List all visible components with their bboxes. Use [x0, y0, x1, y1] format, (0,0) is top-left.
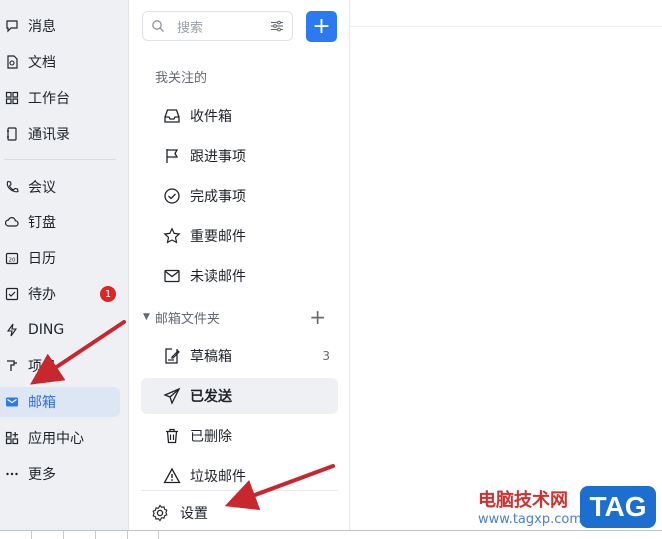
nav-item-ding[interactable]: DING	[0, 315, 128, 345]
folder-unread[interactable]: 未读邮件	[141, 258, 338, 294]
trash-icon	[162, 426, 182, 446]
nav-item-contacts[interactable]: 通讯录	[0, 119, 128, 149]
calendar-icon: 20	[5, 251, 19, 265]
folder-label: 完成事项	[190, 189, 246, 205]
checkbox-icon	[5, 287, 19, 301]
nav-label: 工作台	[28, 91, 70, 107]
nav-label: 更多	[28, 467, 56, 483]
star-icon	[162, 226, 182, 246]
nav-divider	[4, 159, 116, 160]
phone-icon	[5, 180, 19, 194]
nav-item-meeting[interactable]: 会议	[0, 172, 128, 202]
more-icon	[5, 467, 19, 481]
watermark-logo: 电脑技术网 www.tagxp.com TAG	[478, 486, 662, 532]
left-nav: 消息 文档 工作台 通讯录 会议 钉盘 20 日历 待办 1 DING 项目 邮…	[0, 0, 129, 530]
mail-folders-header[interactable]: ▼ 邮箱文件夹 +	[141, 306, 338, 328]
nav-item-todo[interactable]: 待办 1	[0, 279, 128, 309]
folder-spam[interactable]: 垃圾邮件	[141, 458, 338, 494]
nav-label: 日历	[28, 251, 56, 267]
folder-done[interactable]: 完成事项	[141, 178, 338, 214]
nav-item-mail[interactable]: 邮箱	[0, 387, 120, 417]
nav-label: 通讯录	[28, 127, 70, 143]
nav-label: 会议	[28, 180, 56, 196]
folder-label: 已发送	[190, 389, 232, 405]
nav-label: 待办	[28, 287, 56, 303]
main-area-divider	[350, 26, 662, 27]
lightning-icon	[5, 323, 19, 337]
folder-label: 垃圾邮件	[190, 469, 246, 485]
apps-icon	[5, 431, 19, 445]
nav-label: 邮箱	[28, 395, 56, 411]
nav-label: 应用中心	[28, 431, 84, 447]
folder-important[interactable]: 重要邮件	[141, 218, 338, 254]
document-icon	[5, 55, 19, 69]
nav-item-drive[interactable]: 钉盘	[0, 207, 128, 237]
folder-label: 跟进事项	[190, 149, 246, 165]
folder-label: 收件箱	[190, 109, 232, 125]
project-icon	[5, 359, 19, 373]
folder-label: 重要邮件	[190, 229, 246, 245]
nav-item-calendar[interactable]: 20 日历	[0, 243, 128, 273]
compose-button[interactable]: +	[306, 11, 337, 42]
folder-sent[interactable]: 已发送	[141, 378, 338, 414]
nav-item-more[interactable]: 更多	[0, 459, 128, 489]
gear-icon	[152, 504, 168, 522]
settings-label: 设置	[180, 506, 208, 522]
draft-icon	[162, 346, 182, 366]
filter-icon[interactable]	[270, 19, 284, 33]
nav-item-messages[interactable]: 消息	[0, 11, 128, 41]
folder-follow-up[interactable]: 跟进事项	[141, 138, 338, 174]
grid-icon	[5, 91, 19, 105]
inbox-icon	[162, 106, 182, 126]
mail-icon	[5, 395, 19, 409]
chat-bubble-icon	[5, 19, 19, 33]
search-box[interactable]: 搜索	[142, 11, 293, 41]
nav-item-app-center[interactable]: 应用中心	[0, 423, 128, 453]
nav-label: 消息	[28, 19, 56, 35]
settings-divider	[141, 490, 338, 491]
warning-icon	[162, 466, 182, 486]
folder-label: 未读邮件	[190, 269, 246, 285]
following-section-title: 我关注的	[155, 71, 208, 86]
search-placeholder[interactable]: 搜索	[177, 17, 270, 36]
check-circle-icon	[162, 186, 182, 206]
folder-label: 草稿箱	[190, 349, 232, 365]
nav-item-docs[interactable]: 文档	[0, 47, 128, 77]
envelope-icon	[162, 266, 182, 286]
collapse-triangle-icon[interactable]: ▼	[143, 312, 150, 322]
svg-text:20: 20	[9, 258, 16, 264]
mail-folders-title: 邮箱文件夹	[154, 311, 220, 327]
contacts-icon	[5, 127, 19, 141]
nav-label: 项目	[28, 359, 56, 375]
search-icon	[152, 20, 164, 32]
folder-deleted[interactable]: 已删除	[141, 418, 338, 454]
nav-label: DING	[28, 322, 65, 338]
watermark-url: www.tagxp.com	[478, 512, 582, 527]
draft-count: 3	[322, 349, 330, 363]
nav-item-workbench[interactable]: 工作台	[0, 83, 128, 113]
nav-label: 钉盘	[28, 215, 56, 231]
settings-button[interactable]: 设置	[151, 502, 208, 524]
folder-drafts[interactable]: 草稿箱 3	[141, 338, 338, 374]
add-folder-button[interactable]: +	[309, 307, 326, 327]
watermark-tag: TAG	[580, 486, 656, 528]
nav-item-project[interactable]: 项目	[0, 351, 128, 381]
flag-icon	[162, 146, 182, 166]
unread-badge: 1	[100, 286, 116, 302]
folder-label: 已删除	[190, 429, 232, 445]
mail-sidebar: 搜索 + 我关注的 收件箱 跟进事项 完成事项 重要邮件 未读邮件 ▼ 邮箱文件…	[129, 0, 350, 530]
folder-inbox[interactable]: 收件箱	[141, 98, 338, 134]
cloud-icon	[5, 215, 19, 229]
watermark-title: 电脑技术网	[478, 490, 568, 511]
send-icon	[162, 386, 182, 406]
nav-label: 文档	[28, 55, 56, 71]
